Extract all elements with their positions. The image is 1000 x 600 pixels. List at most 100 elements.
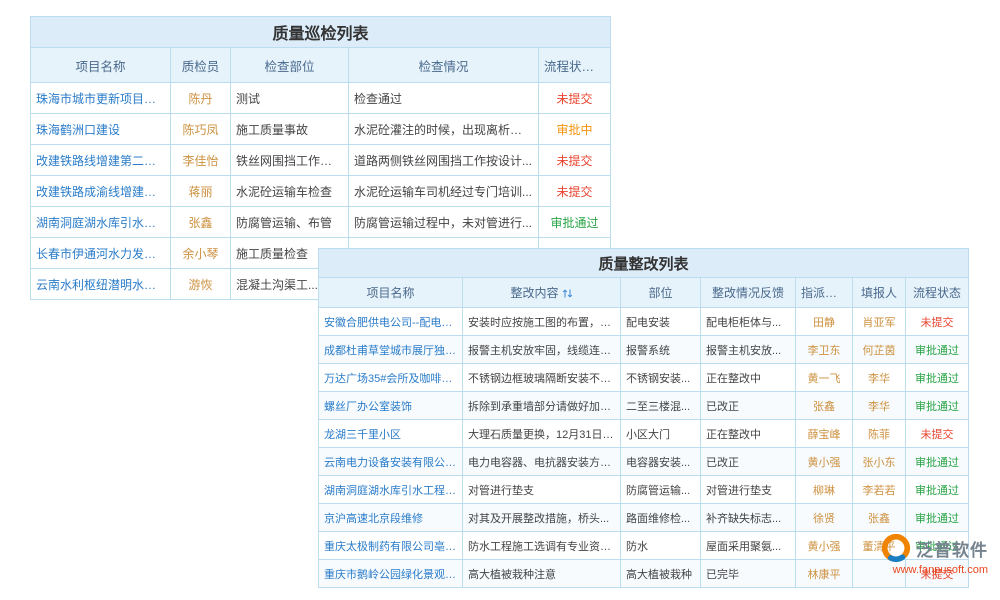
status-cell[interactable]: 未提交 xyxy=(539,145,611,176)
project-name-cell[interactable]: 万达广场35#会所及咖啡厅空... xyxy=(319,364,463,392)
col-header-reporter: 填报人 xyxy=(853,278,906,308)
assignee-cell[interactable]: 黄小强 xyxy=(796,448,853,476)
part-cell: 防水 xyxy=(621,532,701,560)
status-cell[interactable]: 未提交 xyxy=(539,176,611,207)
assignee-cell[interactable]: 徐贤 xyxy=(796,504,853,532)
project-name-cell[interactable]: 改建铁路成渝线增建第... xyxy=(31,176,171,207)
status-cell[interactable]: 审批通过 xyxy=(539,207,611,238)
table-row[interactable]: 成都杜甫草堂城市展厅独立展... 报警主机安放牢固，线缆连接... 报警系统 报… xyxy=(319,336,969,364)
project-name-cell[interactable]: 安徽合肥供电公司--配电设备... xyxy=(319,308,463,336)
reporter-cell[interactable]: 李华 xyxy=(853,392,906,420)
table-row[interactable]: 螺丝厂办公室装饰 拆除到承重墙部分请做好加固... 二至三楼混... 已改正 张… xyxy=(319,392,969,420)
table-row[interactable]: 湖南洞庭湖水库引水工... 张鑫 防腐管运输、布管 防腐管运输过程中，未对管进行… xyxy=(31,207,611,238)
project-name-cell[interactable]: 长春市伊通河水力发电... xyxy=(31,238,171,269)
inspector-cell[interactable]: 陈巧凤 xyxy=(171,114,231,145)
table-row[interactable]: 珠海市城市更新项目紫... 陈丹 测试 检查通过 未提交 xyxy=(31,83,611,114)
brand-logo: 泛普软件 www.fanpusoft.com xyxy=(856,533,988,576)
col-header-project-name: 项目名称 xyxy=(31,48,171,83)
reporter-cell[interactable]: 张小东 xyxy=(853,448,906,476)
project-name-cell[interactable]: 云南电力设备安装有限公司20... xyxy=(319,448,463,476)
part-cell: 不锈钢安装... xyxy=(621,364,701,392)
workflow-status-label: 流程状态 xyxy=(544,60,594,74)
table-row[interactable]: 云南电力设备安装有限公司20... 电力电容器、电抗器安装方案... 电容器安装… xyxy=(319,448,969,476)
feedback-cell: 已改正 xyxy=(701,448,796,476)
table-row[interactable]: 湖南洞庭湖水库引水工程施工... 对管进行垫支 防腐管运输... 对管进行垫支 … xyxy=(319,476,969,504)
project-name-cell[interactable]: 京沪高速北京段维修 xyxy=(319,504,463,532)
table-row[interactable]: 京沪高速北京段维修 对其及开展整改措施，桥头... 路面维修检... 补齐缺失标… xyxy=(319,504,969,532)
assignee-cell[interactable]: 薛宝峰 xyxy=(796,420,853,448)
assignee-cell[interactable]: 田静 xyxy=(796,308,853,336)
rectification-content-cell: 安装时应按施工图的布置，将... xyxy=(463,308,621,336)
reporter-cell[interactable]: 陈菲 xyxy=(853,420,906,448)
assignee-cell[interactable]: 李卫东 xyxy=(796,336,853,364)
assignee-cell[interactable]: 张鑫 xyxy=(796,392,853,420)
col-header-inspection-part: 检查部位 xyxy=(231,48,349,83)
part-cell: 配电安装 xyxy=(621,308,701,336)
rectification-content-cell: 不锈钢边框玻璃隔断安装不牢... xyxy=(463,364,621,392)
part-cell: 电容器安装... xyxy=(621,448,701,476)
reporter-cell[interactable]: 张鑫 xyxy=(853,504,906,532)
status-cell[interactable]: 审批通过 xyxy=(906,364,969,392)
status-cell[interactable]: 未提交 xyxy=(906,308,969,336)
assignee-cell[interactable]: 柳琳 xyxy=(796,476,853,504)
feedback-cell: 正在整改中 xyxy=(701,364,796,392)
col-header-inspector: 质检员 xyxy=(171,48,231,83)
col-header-workflow-status: 流程状态 xyxy=(906,278,969,308)
assignee-cell[interactable]: 黄一飞 xyxy=(796,364,853,392)
status-cell[interactable]: 审批通过 xyxy=(906,504,969,532)
status-cell[interactable]: 审批通过 xyxy=(906,392,969,420)
project-name-cell[interactable]: 重庆太极制药有限公司亳州中... xyxy=(319,532,463,560)
reporter-cell[interactable]: 肖亚军 xyxy=(853,308,906,336)
assignee-cell[interactable]: 林康平 xyxy=(796,560,853,588)
status-cell[interactable]: 审批通过 xyxy=(906,448,969,476)
inspection-situation-cell: 道路两侧铁丝网围挡工作按设计... xyxy=(349,145,539,176)
reporter-cell[interactable]: 李若若 xyxy=(853,476,906,504)
inspection-part-cell: 施工质量事故 xyxy=(231,114,349,145)
table-row[interactable]: 改建铁路线增建第二线... 李佳怡 铁丝网围挡工作检查 道路两侧铁丝网围挡工作按… xyxy=(31,145,611,176)
col-header-rectification-content[interactable]: 整改内容 xyxy=(463,278,621,308)
rectification-content-cell: 报警主机安放牢固，线缆连接... xyxy=(463,336,621,364)
status-cell[interactable]: 未提交 xyxy=(539,83,611,114)
project-name-cell[interactable]: 珠海市城市更新项目紫... xyxy=(31,83,171,114)
inspection-situation-cell: 检查通过 xyxy=(349,83,539,114)
col-header-workflow-status[interactable]: 流程状态 xyxy=(539,48,611,83)
reporter-cell[interactable]: 何芷茵 xyxy=(853,336,906,364)
project-name-cell[interactable]: 珠海鹤洲口建设 xyxy=(31,114,171,145)
project-name-cell[interactable]: 湖南洞庭湖水库引水工程施工... xyxy=(319,476,463,504)
part-cell: 路面维修检... xyxy=(621,504,701,532)
inspector-cell[interactable]: 张鑫 xyxy=(171,207,231,238)
inspection-part-cell: 水泥砼运输车检查 xyxy=(231,176,349,207)
project-name-cell[interactable]: 螺丝厂办公室装饰 xyxy=(319,392,463,420)
project-name-cell[interactable]: 改建铁路线增建第二线... xyxy=(31,145,171,176)
table-row[interactable]: 改建铁路成渝线增建第... 蒋丽 水泥砼运输车检查 水泥砼运输车司机经过专门培训… xyxy=(31,176,611,207)
table-row[interactable]: 龙湖三千里小区 大理石质量更换，12月31日之... 小区大门 正在整改中 薛宝… xyxy=(319,420,969,448)
project-name-cell[interactable]: 湖南洞庭湖水库引水工... xyxy=(31,207,171,238)
col-header-assignee: 指派人员 xyxy=(796,278,853,308)
inspector-cell[interactable]: 蒋丽 xyxy=(171,176,231,207)
filter-icon[interactable] xyxy=(597,63,606,72)
fanpu-logo-icon xyxy=(881,533,911,563)
table-row[interactable]: 万达广场35#会所及咖啡厅空... 不锈钢边框玻璃隔断安装不牢... 不锈钢安装… xyxy=(319,364,969,392)
project-name-cell[interactable]: 龙湖三千里小区 xyxy=(319,420,463,448)
inspection-situation-cell: 水泥砼运输车司机经过专门培训... xyxy=(349,176,539,207)
inspector-cell[interactable]: 游恢 xyxy=(171,269,231,300)
status-cell[interactable]: 审批中 xyxy=(539,114,611,145)
inspector-cell[interactable]: 余小琴 xyxy=(171,238,231,269)
inspector-cell[interactable]: 陈丹 xyxy=(171,83,231,114)
status-cell[interactable]: 未提交 xyxy=(906,420,969,448)
status-cell[interactable]: 审批通过 xyxy=(906,336,969,364)
reporter-cell[interactable]: 李华 xyxy=(853,364,906,392)
assignee-cell[interactable]: 黄小强 xyxy=(796,532,853,560)
project-name-cell[interactable]: 成都杜甫草堂城市展厅独立展... xyxy=(319,336,463,364)
table-row[interactable]: 珠海鹤洲口建设 陈巧凤 施工质量事故 水泥砼灌注的时候，出现离析现象 审批中 xyxy=(31,114,611,145)
rectification-content-cell: 大理石质量更换，12月31日之... xyxy=(463,420,621,448)
inspector-cell[interactable]: 李佳怡 xyxy=(171,145,231,176)
inspection-situation-cell: 防腐管运输过程中，未对管进行... xyxy=(349,207,539,238)
project-name-cell[interactable]: 重庆市鹅岭公园绿化景观提升... xyxy=(319,560,463,588)
inspection-table-title: 质量巡检列表 xyxy=(31,17,611,48)
sort-icon[interactable] xyxy=(562,288,573,299)
table-row[interactable]: 安徽合肥供电公司--配电设备... 安装时应按施工图的布置，将... 配电安装 … xyxy=(319,308,969,336)
col-header-project-name: 项目名称 xyxy=(319,278,463,308)
project-name-cell[interactable]: 云南水利枢纽潜明水库... xyxy=(31,269,171,300)
status-cell[interactable]: 审批通过 xyxy=(906,476,969,504)
